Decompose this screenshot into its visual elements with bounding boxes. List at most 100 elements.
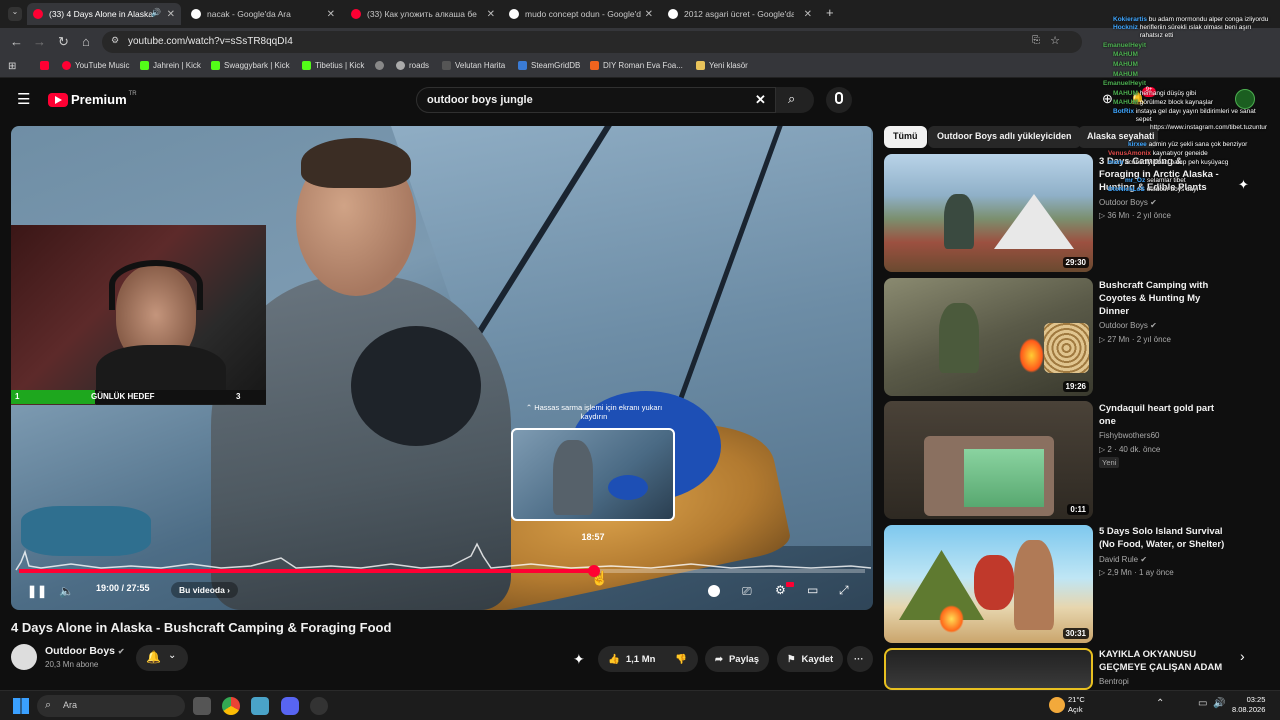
bookmark-youtube-music[interactable]: YouTube Music bbox=[62, 61, 130, 70]
pause-icon[interactable]: ❚❚ bbox=[27, 584, 47, 598]
recommendation-channel[interactable]: Outdoor Boys ✔ bbox=[1099, 321, 1157, 330]
obs-icon[interactable] bbox=[310, 697, 328, 715]
tab-mudo-concept[interactable]: mudo concept odun - Google'd ✕ bbox=[503, 3, 659, 25]
voice-search-button[interactable] bbox=[826, 87, 852, 113]
discord-icon[interactable] bbox=[281, 697, 299, 715]
like-count[interactable]: 1,1 Mn bbox=[626, 654, 656, 665]
bookmark-velutan[interactable]: Velutan Harita bbox=[442, 61, 505, 70]
bookmark-star-icon[interactable]: ☆ bbox=[1050, 34, 1060, 47]
bookmark-youtube[interactable] bbox=[40, 61, 53, 70]
taskbar-clock[interactable]: 03:25 8.08.2026 bbox=[1232, 695, 1265, 715]
save-bookmark-icon: ⚑ bbox=[787, 653, 796, 665]
close-icon[interactable]: ✕ bbox=[487, 9, 495, 20]
chat-message: kirxee admin yüz şekli sana çok benziyor bbox=[1128, 141, 1247, 149]
chrome-icon[interactable] bbox=[222, 697, 240, 715]
youtube-favicon-icon bbox=[351, 9, 361, 19]
taskbar-search-input[interactable]: ⌕ Ara bbox=[37, 695, 185, 717]
close-icon[interactable]: ✕ bbox=[327, 9, 335, 20]
tab-nacak[interactable]: nacak - Google'da Ara ✕ bbox=[185, 3, 341, 25]
recommendation-thumbnail[interactable]: 30:31 bbox=[884, 525, 1093, 643]
recommendation-title[interactable]: 5 Days Solo Island Survival (No Food, Wa… bbox=[1099, 525, 1225, 551]
speaker-icon[interactable]: 🔊 bbox=[151, 8, 161, 17]
chevron-right-icon[interactable]: › bbox=[1240, 648, 1245, 664]
site-info-icon[interactable]: ⚙ bbox=[111, 35, 119, 46]
tab-asgari-ucret[interactable]: 2012 asgari ücret - Google'da A ✕ bbox=[662, 3, 818, 25]
progress-played bbox=[19, 569, 595, 573]
back-arrow-icon[interactable]: ← bbox=[10, 34, 23, 49]
close-icon[interactable]: ✕ bbox=[167, 9, 175, 20]
bookmark-folder[interactable]: Yeni klasör bbox=[696, 61, 748, 70]
bookmark-tibetius[interactable]: Tibetius | Kick bbox=[302, 61, 364, 70]
tab-russian-video[interactable]: (33) Как уложить алкаша без ✕ bbox=[345, 3, 501, 25]
recommendation-title[interactable]: Bushcraft Camping with Coyotes & Hunting… bbox=[1099, 279, 1225, 318]
autoplay-toggle-icon[interactable] bbox=[708, 585, 720, 597]
recommendation-channel[interactable]: Bentropi bbox=[1099, 677, 1129, 686]
new-tab-plus-icon[interactable]: + bbox=[826, 5, 834, 20]
windows-start-icon[interactable] bbox=[13, 698, 29, 714]
video-player[interactable]: 1 GÜNLÜK HEDEF 3 bbox=[11, 126, 873, 610]
channel-name[interactable]: Outdoor Boys ✔ bbox=[45, 645, 125, 657]
url-field[interactable]: ⚙ youtube.com/watch?v=sSsTR8qqDI4 ⎘ ☆ bbox=[102, 31, 1082, 53]
volume-icon[interactable]: 🔊 bbox=[1213, 698, 1225, 709]
ask-gemini-icon[interactable]: ✦ bbox=[573, 651, 585, 668]
thumbs-up-icon[interactable]: 👍 bbox=[608, 654, 620, 665]
bookmark-steamgriddb[interactable]: SteamGridDB bbox=[518, 61, 580, 70]
save-button[interactable]: ⚑ Kaydet bbox=[777, 646, 844, 672]
settings-gear-icon[interactable]: ⚙ bbox=[775, 583, 786, 597]
network-icon[interactable]: ▭ bbox=[1198, 698, 1207, 709]
progress-bar[interactable] bbox=[19, 565, 865, 577]
reload-icon[interactable]: ↻ bbox=[58, 34, 69, 50]
menu-hamburger-icon[interactable]: ☰ bbox=[17, 90, 30, 108]
volume-icon[interactable]: 🔈 bbox=[59, 584, 74, 598]
recommendation-thumbnail[interactable]: 29:30 bbox=[884, 154, 1093, 272]
chat-message: https://www.instagram.com/tibet.tuzuntur bbox=[1150, 124, 1267, 132]
recommendation-channel[interactable]: Outdoor Boys ✔ bbox=[1099, 198, 1157, 207]
subtitles-icon[interactable]: ⎚ bbox=[742, 584, 752, 599]
chapter-button[interactable]: Bu videoda › bbox=[171, 582, 239, 598]
recommendation-thumbnail[interactable]: 0:11 bbox=[884, 401, 1093, 519]
tab-alaska-video[interactable]: (33) 4 Days Alone in Alaska 🔊 ✕ bbox=[27, 3, 181, 25]
bookmark-diy-roman[interactable]: DIY Roman Eva Foa... bbox=[590, 61, 683, 70]
subscribed-bell-button[interactable]: 🔔 ⌄ bbox=[136, 645, 188, 671]
close-icon[interactable]: ✕ bbox=[804, 9, 812, 20]
app-icon[interactable] bbox=[251, 697, 269, 715]
task-view-icon[interactable] bbox=[193, 697, 211, 715]
bookmark-jahrein[interactable]: Jahrein | Kick bbox=[140, 61, 201, 70]
fullscreen-icon[interactable]: ⤢ bbox=[839, 583, 849, 598]
create-icon[interactable]: ⊕ bbox=[1102, 91, 1113, 107]
more-actions-button[interactable]: ··· bbox=[847, 646, 873, 672]
views-icon: ▷ bbox=[1099, 568, 1106, 577]
bookmark-roads[interactable]: roads bbox=[396, 61, 429, 70]
thumbs-down-icon[interactable]: 👎 bbox=[675, 654, 687, 665]
bookmark-swaggybark[interactable]: Swaggybark | Kick bbox=[211, 61, 290, 70]
search-button[interactable]: ⌕ bbox=[776, 87, 814, 113]
theater-mode-icon[interactable]: ▭ bbox=[807, 583, 818, 597]
apps-grid-icon[interactable]: ⊞ bbox=[8, 61, 16, 72]
channel-avatar[interactable] bbox=[11, 644, 37, 670]
close-icon[interactable]: ✕ bbox=[645, 9, 653, 20]
home-icon[interactable]: ⌂ bbox=[82, 34, 90, 49]
recommendation-channel[interactable]: David Rule ✔ bbox=[1099, 555, 1147, 564]
search-input[interactable]: outdoor boys jungle ✕ bbox=[416, 87, 776, 113]
clock-date: 8.08.2026 bbox=[1232, 705, 1266, 714]
chip-from-uploader[interactable]: Outdoor Boys adlı yükleyiciden bbox=[928, 126, 1081, 148]
bookmark-globe[interactable] bbox=[375, 61, 388, 70]
weather-widget[interactable]: 21°C Açık bbox=[1068, 695, 1085, 715]
recommendation-title[interactable]: Cyndaquil heart gold part one bbox=[1099, 402, 1225, 428]
chevron-up-icon[interactable]: ⌃ bbox=[1156, 698, 1164, 709]
chip-all[interactable]: Tümü bbox=[884, 126, 927, 148]
recommendation-thumbnail[interactable]: 19:26 bbox=[884, 278, 1093, 396]
youtube-logo[interactable]: Premium TR bbox=[48, 91, 137, 107]
chat-message: EmanuelHeyit bbox=[1103, 80, 1146, 88]
recommendation-thumbnail[interactable] bbox=[884, 648, 1093, 690]
youtube-music-icon bbox=[62, 61, 71, 70]
forward-arrow-icon[interactable]: → bbox=[33, 34, 46, 49]
share-button[interactable]: ➦ Paylaş bbox=[705, 646, 770, 672]
chat-user: MAHUM bbox=[1113, 61, 1138, 68]
install-app-icon[interactable]: ⎘ bbox=[1032, 35, 1040, 46]
account-avatar[interactable] bbox=[1235, 89, 1255, 109]
recommendation-title[interactable]: KAYIKLA OKYANUSU GEÇMEYE ÇALIŞAN ADAM bbox=[1099, 648, 1225, 674]
clear-search-icon[interactable]: ✕ bbox=[755, 92, 766, 108]
tab-search-icon[interactable]: ⌄ bbox=[8, 7, 22, 21]
recommendation-channel[interactable]: Fishybwothers60 bbox=[1099, 431, 1159, 440]
